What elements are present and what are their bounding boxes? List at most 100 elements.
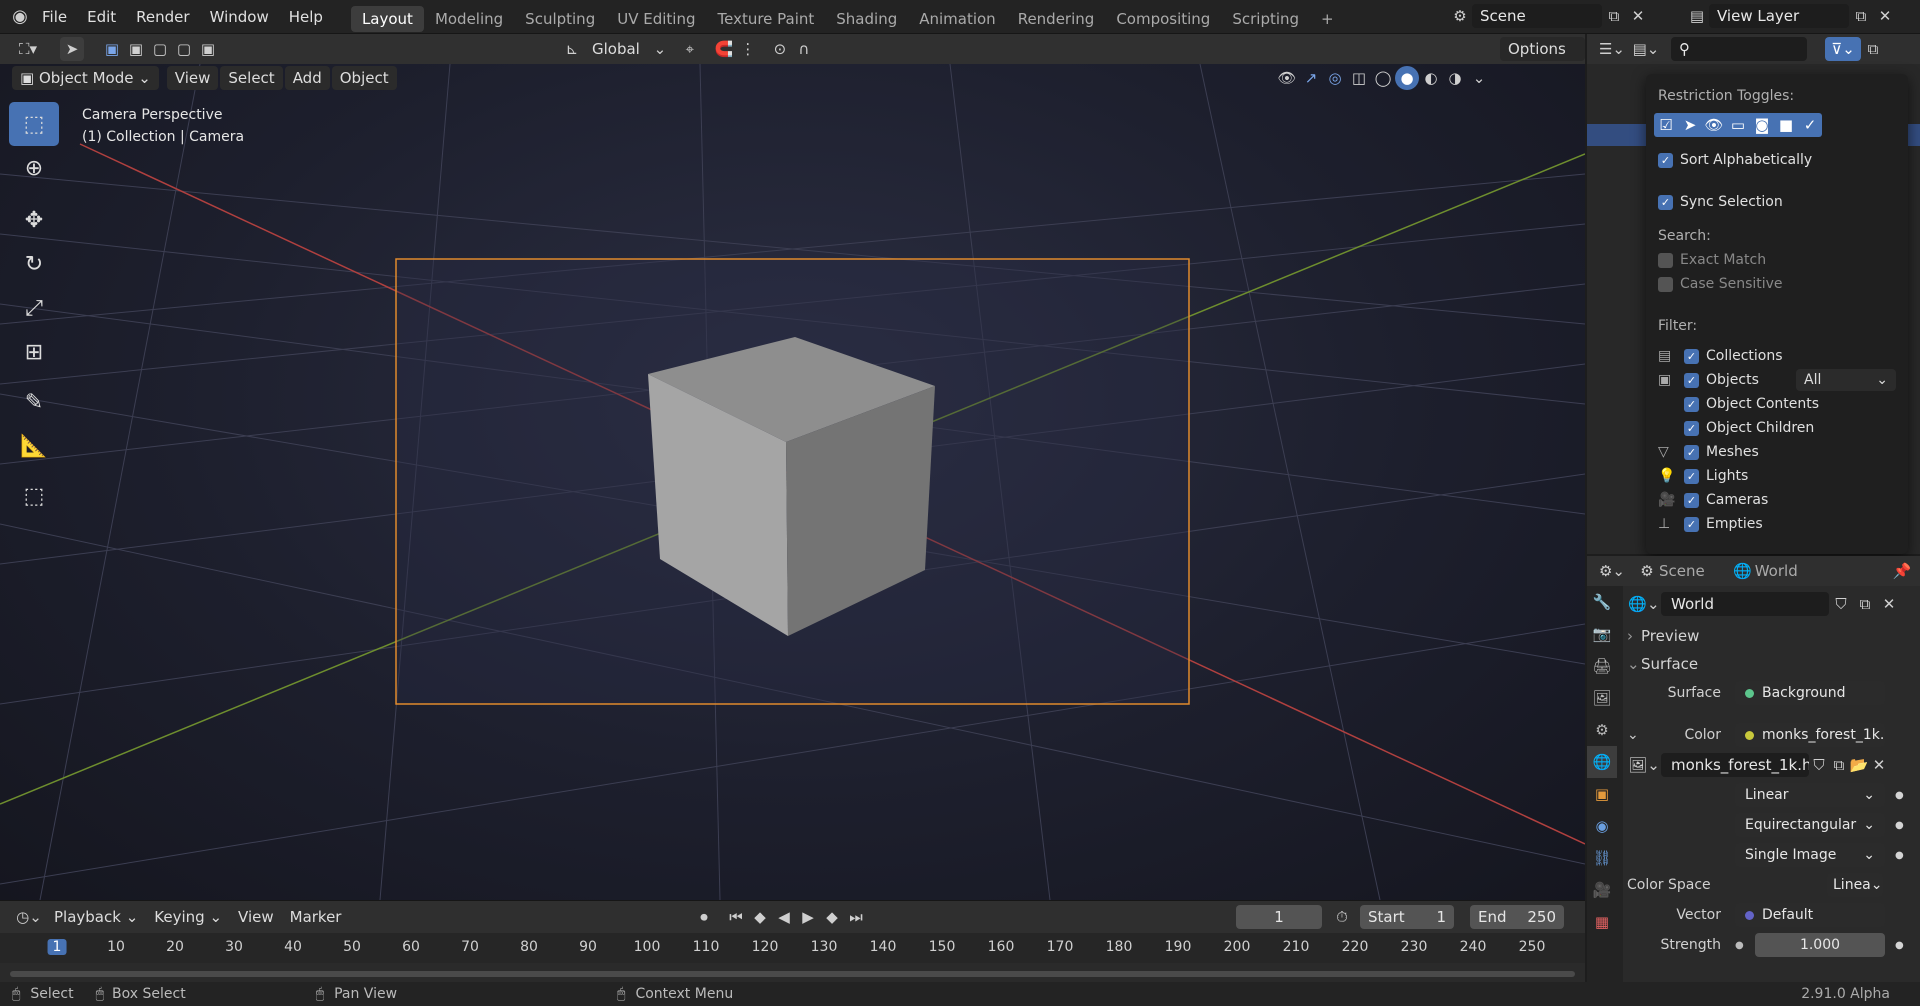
timeline-editor-type-icon[interactable]: ◷⌄	[12, 905, 46, 929]
strength-field[interactable]: 1.000	[1755, 933, 1885, 957]
select-extend-icon[interactable]: ▣	[124, 37, 148, 61]
object-tab-icon[interactable]: ▣	[1587, 778, 1617, 810]
open-image-folder-icon[interactable]: 📂	[1849, 753, 1869, 777]
add-cube-tool-icon[interactable]: ⬚	[9, 474, 59, 518]
sort-alphabetically-checkbox[interactable]: ✓ Sort Alphabetically	[1658, 148, 1896, 172]
visibility-icon[interactable]: 👁	[1275, 66, 1299, 90]
pin-icon[interactable]: 📌	[1890, 559, 1914, 583]
proportional-edit-icon[interactable]: ⊙	[768, 37, 792, 61]
new-view-layer-icon[interactable]: ⧉	[1849, 4, 1873, 28]
tool-select-icon[interactable]: ➤	[60, 37, 84, 61]
filter-lights-checkbox[interactable]: 💡 ✓ Lights	[1658, 464, 1896, 488]
world-name-field[interactable]: World	[1661, 592, 1829, 616]
menu-view[interactable]: View	[166, 66, 219, 90]
timeline-scrollbar[interactable]	[0, 969, 1585, 979]
frame-ruler[interactable]: 1 10 20 30 40 50 60 70 80 90 100 110 120 130 140 150 160…	[0, 933, 1585, 963]
mode-dropdown[interactable]: ▣ Object Mode ⌄	[12, 66, 159, 90]
filter-object-children-checkbox[interactable]: ✓ Object Children	[1658, 416, 1896, 440]
tab-layout[interactable]: Layout	[350, 5, 424, 32]
menu-help[interactable]: Help	[279, 0, 333, 34]
cursor-tool-icon[interactable]: ⊕	[9, 146, 59, 190]
render-tab-icon[interactable]: 📷	[1587, 618, 1617, 650]
tab-animation[interactable]: Animation	[908, 6, 1006, 32]
holdout-icon[interactable]: ■	[1774, 113, 1798, 137]
select-subtract-icon[interactable]: ▢	[148, 37, 172, 61]
play-reverse-icon[interactable]: ◀	[772, 905, 796, 929]
tab-modeling[interactable]: Modeling	[424, 6, 514, 32]
view-layer-field[interactable]: View Layer	[1709, 4, 1849, 28]
unlink-world-icon[interactable]: ✕	[1877, 592, 1901, 616]
menu-object[interactable]: Object	[331, 66, 397, 90]
delete-view-layer-icon[interactable]: ✕	[1873, 4, 1897, 28]
current-frame-indicator[interactable]: 1	[47, 939, 67, 955]
tab-uv-editing[interactable]: UV Editing	[606, 6, 706, 32]
menu-render[interactable]: Render	[126, 0, 199, 34]
annotate-tool-icon[interactable]: ✎	[9, 380, 59, 424]
scene-name-field[interactable]: Scene	[1472, 4, 1602, 28]
display-mode-icon[interactable]: ▤⌄	[1629, 37, 1663, 61]
select-box-tool-icon[interactable]: ⬚	[9, 102, 59, 146]
breadcrumb-scene[interactable]: Scene	[1659, 562, 1705, 580]
image-source-dropdown[interactable]: Single Image ⌄	[1735, 843, 1885, 867]
interpolation-dropdown[interactable]: Linear ⌄	[1735, 783, 1885, 807]
sync-selection-checkbox[interactable]: ✓ Sync Selection	[1658, 190, 1896, 214]
case-sensitive-checkbox[interactable]: Case Sensitive	[1658, 272, 1896, 296]
outliner-editor-type-icon[interactable]: ☰⌄	[1595, 37, 1629, 61]
tool-tab-icon[interactable]: 🔧	[1587, 586, 1617, 618]
scene-tab-icon[interactable]: ⚙	[1587, 714, 1617, 746]
menu-edit[interactable]: Edit	[77, 0, 126, 34]
play-icon[interactable]: ▶	[796, 905, 820, 929]
texture-tab-icon[interactable]: ▦	[1587, 906, 1617, 938]
falloff-icon[interactable]: ∩	[792, 37, 816, 61]
shading-options-icon[interactable]: ⌄	[1467, 66, 1491, 90]
world-tab-icon[interactable]: 🌐	[1587, 746, 1617, 778]
rotate-tool-icon[interactable]: ↻	[9, 242, 59, 286]
filter-cameras-checkbox[interactable]: 🎥 ✓ Cameras	[1658, 488, 1896, 512]
solid-shading-icon[interactable]: ●	[1395, 66, 1419, 90]
editor-type-icon[interactable]: ⛶▾	[10, 37, 46, 61]
image-name-field[interactable]: monks_forest_1k.hdr	[1661, 753, 1809, 777]
exact-match-checkbox[interactable]: Exact Match	[1658, 248, 1896, 272]
material-shading-icon[interactable]: ◐	[1419, 66, 1443, 90]
scene-icon[interactable]: ⚙	[1448, 4, 1472, 28]
menu-marker[interactable]: Marker	[282, 905, 350, 929]
outliner-search-input[interactable]: ⚲	[1671, 37, 1807, 61]
surface-shader-field[interactable]: Background	[1735, 681, 1885, 705]
image-fake-user-icon[interactable]: ⛉	[1809, 753, 1829, 777]
move-tool-icon[interactable]: ✥	[9, 198, 59, 242]
gizmo-icon[interactable]: ↗	[1299, 66, 1323, 90]
world-browse-icon[interactable]: 🌐⌄	[1627, 592, 1661, 616]
preview-range-icon[interactable]: ⏱	[1330, 905, 1354, 929]
vector-input-field[interactable]: Default	[1735, 903, 1885, 927]
menu-playback[interactable]: Playback ⌄	[46, 905, 146, 929]
measure-tool-icon[interactable]: 📐	[9, 424, 59, 468]
pivot-icon[interactable]: ⌖	[678, 37, 702, 61]
tab-scripting[interactable]: Scripting	[1221, 6, 1310, 32]
snap-target-icon[interactable]: ⋮	[736, 37, 760, 61]
surface-panel-header[interactable]: ⌄ Surface	[1627, 650, 1917, 678]
view-layer-icon[interactable]: ▤	[1685, 4, 1709, 28]
select-invert-icon[interactable]: ▢	[172, 37, 196, 61]
enable-checkbox-icon[interactable]: ☑	[1654, 113, 1678, 137]
jump-start-icon[interactable]: ⏮	[724, 905, 748, 929]
scale-tool-icon[interactable]: ⤢	[9, 286, 59, 330]
select-intersect-icon[interactable]: ▣	[196, 37, 220, 61]
menu-window[interactable]: Window	[200, 0, 279, 34]
add-workspace-icon[interactable]: +	[1310, 6, 1345, 32]
view-layer-tab-icon[interactable]: 🖼	[1587, 682, 1617, 714]
properties-editor-type-icon[interactable]: ⚙⌄	[1595, 559, 1629, 583]
menu-timeline-view[interactable]: View	[230, 905, 282, 929]
tab-compositing[interactable]: Compositing	[1105, 6, 1221, 32]
output-tab-icon[interactable]: 🖨	[1587, 650, 1617, 682]
duplicate-world-icon[interactable]: ⧉	[1853, 592, 1877, 616]
end-frame-field[interactable]: End 250	[1470, 905, 1564, 929]
filter-empties-checkbox[interactable]: ⊥ ✓ Empties	[1658, 512, 1896, 536]
color-expand-icon[interactable]: ⌄	[1627, 727, 1645, 743]
indirect-only-icon[interactable]: ✓	[1798, 113, 1822, 137]
viewport-monitor-icon[interactable]: ▭	[1726, 113, 1750, 137]
selectable-arrow-icon[interactable]: ➤	[1678, 113, 1702, 137]
color-input-field[interactable]: monks_forest_1k.h...	[1735, 723, 1885, 747]
new-collection-icon[interactable]: ⧉	[1861, 37, 1885, 61]
projection-dropdown[interactable]: Equirectangular ⌄	[1735, 813, 1885, 837]
delete-scene-icon[interactable]: ✕	[1626, 4, 1650, 28]
